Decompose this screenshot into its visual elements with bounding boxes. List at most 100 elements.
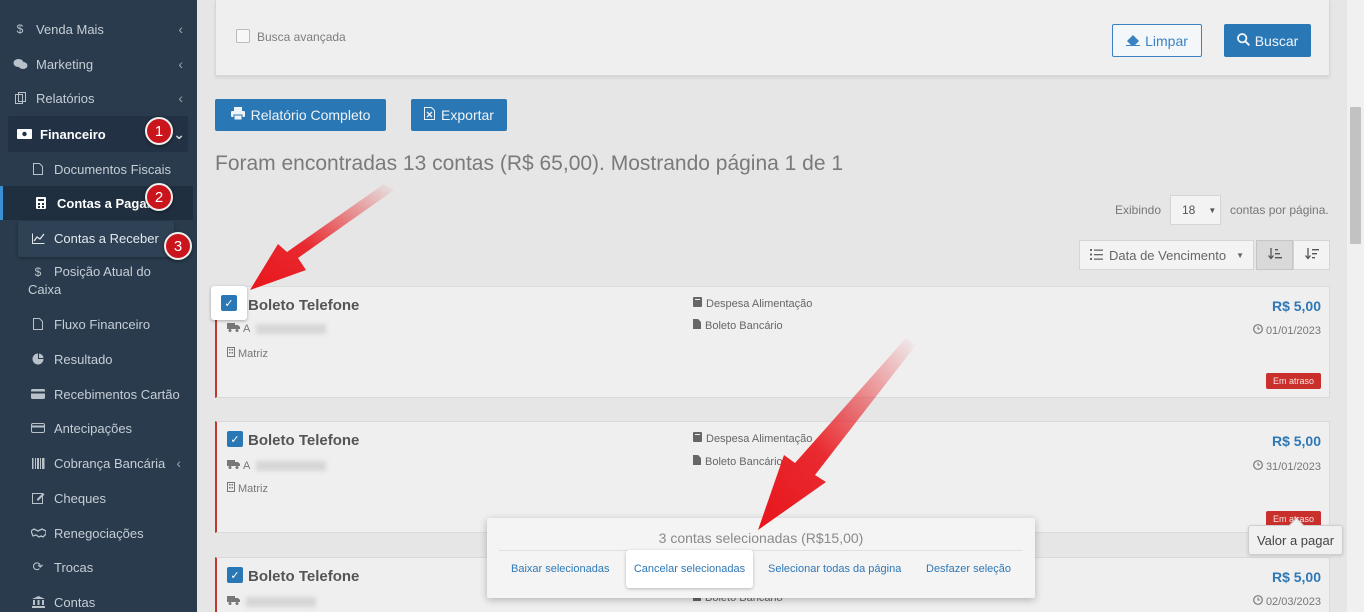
filter-panel: Busca avançada Limpar Buscar (215, 0, 1330, 76)
card-category: Despesa Alimentação (693, 297, 812, 310)
sidebar-item-label: Contas a Receber (54, 230, 159, 246)
chevron-left-icon: ‹ (178, 90, 183, 106)
truck-icon (227, 460, 240, 472)
supplier-prefix: A (243, 323, 251, 335)
cancel-selected-link[interactable]: Cancelar selecionadas (626, 550, 753, 588)
account-card[interactable]: ✓ Boleto Telefone A Matriz Despesa Alime… (215, 286, 1330, 398)
sidebar-item-posicao-atual-do-caixa[interactable]: $ Posição Atual do Caixa (0, 264, 197, 298)
scrollbar-track[interactable] (1347, 0, 1364, 612)
credit-card-icon (30, 387, 46, 401)
truck-icon (227, 596, 240, 608)
payment-label: Boleto Bancário (705, 319, 783, 332)
chevron-left-icon: ‹ (178, 56, 183, 72)
selection-bar: 3 contas selecionadas (R$15,00) Baixar s… (487, 518, 1035, 598)
card-value: R$ 5,00 (1271, 298, 1321, 314)
sidebar-item-label: Renegociações (54, 525, 144, 541)
sidebar: $ Venda Mais ‹ Marketing ‹ Relatórios ‹ … (0, 0, 197, 612)
account-card[interactable]: ✓ Boleto Telefone A Matriz Despesa Alime… (215, 421, 1330, 533)
sidebar-item-label: Resultado (54, 351, 113, 367)
sort-field-select[interactable]: Data de Vencimento ▼ (1079, 240, 1254, 270)
sort-descending-button[interactable] (1293, 240, 1330, 270)
sidebar-item-fluxo-financeiro[interactable]: Fluxo Financeiro (0, 315, 197, 333)
sidebar-item-cheques[interactable]: Cheques (0, 489, 197, 507)
sidebar-item-label: Trocas (54, 559, 94, 575)
scrollbar-thumb[interactable] (1350, 107, 1361, 244)
file-icon (30, 162, 46, 176)
handshake-icon (30, 526, 46, 540)
card-checkbox[interactable]: ✓ (227, 567, 243, 583)
card-supplier: A (227, 460, 327, 472)
pay-selected-link[interactable]: Baixar selecionadas (511, 563, 609, 575)
caret-down-icon: ▼ (1236, 250, 1244, 260)
divider (499, 550, 1023, 551)
full-report-button[interactable]: Relatório Completo (215, 99, 386, 131)
sidebar-item-label: Relatórios (36, 90, 95, 106)
search-button[interactable]: Buscar (1224, 24, 1311, 57)
sort-ascending-button[interactable] (1256, 240, 1293, 270)
advanced-search-checkbox[interactable] (236, 29, 250, 43)
sidebar-item-cobranca-bancaria[interactable]: Cobrança Bancária ‹ (0, 454, 197, 472)
file-icon (693, 455, 701, 468)
sidebar-item-documentos-fiscais[interactable]: Documentos Fiscais (0, 160, 197, 178)
card-checkbox[interactable]: ✓ (227, 431, 243, 447)
due-date-label: 01/01/2023 (1265, 324, 1321, 337)
export-label: Exportar (441, 107, 494, 123)
card-branch: Matriz (227, 347, 268, 360)
sidebar-item-label: Fluxo Financeiro (54, 316, 151, 332)
card-title: Boleto Telefone (248, 432, 360, 449)
sidebar-item-venda-mais[interactable]: $ Venda Mais ‹ (0, 20, 197, 38)
edit-icon (30, 491, 46, 505)
list-ordered-icon (1090, 248, 1103, 263)
clock-icon (1253, 460, 1263, 473)
sidebar-item-label: Documentos Fiscais (54, 161, 172, 177)
select-all-page-link[interactable]: Selecionar todas da página (768, 563, 901, 575)
sidebar-item-label-line2: Caixa (28, 282, 62, 297)
sidebar-item-marketing[interactable]: Marketing ‹ (0, 55, 197, 73)
supplier-blurred (256, 324, 327, 334)
sidebar-item-label: Financeiro (40, 126, 106, 142)
card-title: Boleto Telefone (248, 297, 360, 314)
building-icon (227, 482, 235, 495)
sidebar-item-relatorios[interactable]: Relatórios ‹ (0, 89, 197, 107)
sidebar-item-trocas[interactable]: ⟳ Trocas (0, 558, 197, 576)
chevron-left-icon: ‹ (178, 21, 183, 37)
step-badge-3: 3 (164, 232, 192, 260)
clear-button-label: Limpar (1145, 32, 1188, 49)
sidebar-item-resultado[interactable]: Resultado (0, 350, 197, 368)
chevron-down-icon: ⌄ (173, 125, 185, 142)
sidebar-item-label: Venda Mais (36, 21, 104, 37)
supplier-blurred (246, 597, 316, 607)
sidebar-item-label: Cobrança Bancária (54, 455, 166, 471)
due-date-label: 31/01/2023 (1265, 460, 1321, 473)
sort-amount-desc-icon (1304, 247, 1319, 263)
sidebar-item-renegociacoes[interactable]: Renegociações (0, 524, 197, 542)
dollar-icon: $ (34, 264, 42, 279)
results-summary: Foram encontradas 13 contas (R$ 65,00). … (215, 152, 844, 175)
full-report-label: Relatório Completo (250, 107, 371, 123)
export-button[interactable]: Exportar (411, 99, 507, 131)
per-page-select[interactable]: 18 ▼ (1170, 195, 1221, 225)
clear-button[interactable]: Limpar (1112, 24, 1202, 57)
book-icon (693, 297, 702, 310)
search-icon (1236, 32, 1250, 49)
sort-amount-asc-icon (1267, 247, 1282, 263)
per-page-suffix: contas por página. (1230, 203, 1329, 217)
highlighted-checkbox[interactable]: ✓ (211, 286, 247, 320)
comments-icon (12, 57, 28, 71)
eraser-icon (1126, 33, 1141, 49)
print-icon (230, 107, 245, 123)
category-label: Despesa Alimentação (706, 297, 813, 310)
sidebar-item-recebimentos-cartao[interactable]: Recebimentos Cartão (0, 385, 197, 403)
sidebar-item-label: Cheques (54, 490, 107, 506)
file-icon (30, 317, 46, 331)
showing-label: Exibindo (1115, 203, 1162, 217)
undo-selection-link[interactable]: Desfazer seleção (926, 563, 1011, 575)
credit-card-icon (30, 421, 46, 435)
caret-down-icon: ▼ (1208, 205, 1217, 215)
line-chart-icon (30, 231, 46, 245)
sidebar-item-contas[interactable]: Contas (0, 593, 197, 611)
status-badge: Em atraso (1265, 373, 1321, 389)
sidebar-item-antecipacoes[interactable]: Antecipações (0, 419, 197, 437)
step-badge-2: 2 (145, 183, 173, 211)
card-payment-method: Boleto Bancário (693, 455, 783, 468)
